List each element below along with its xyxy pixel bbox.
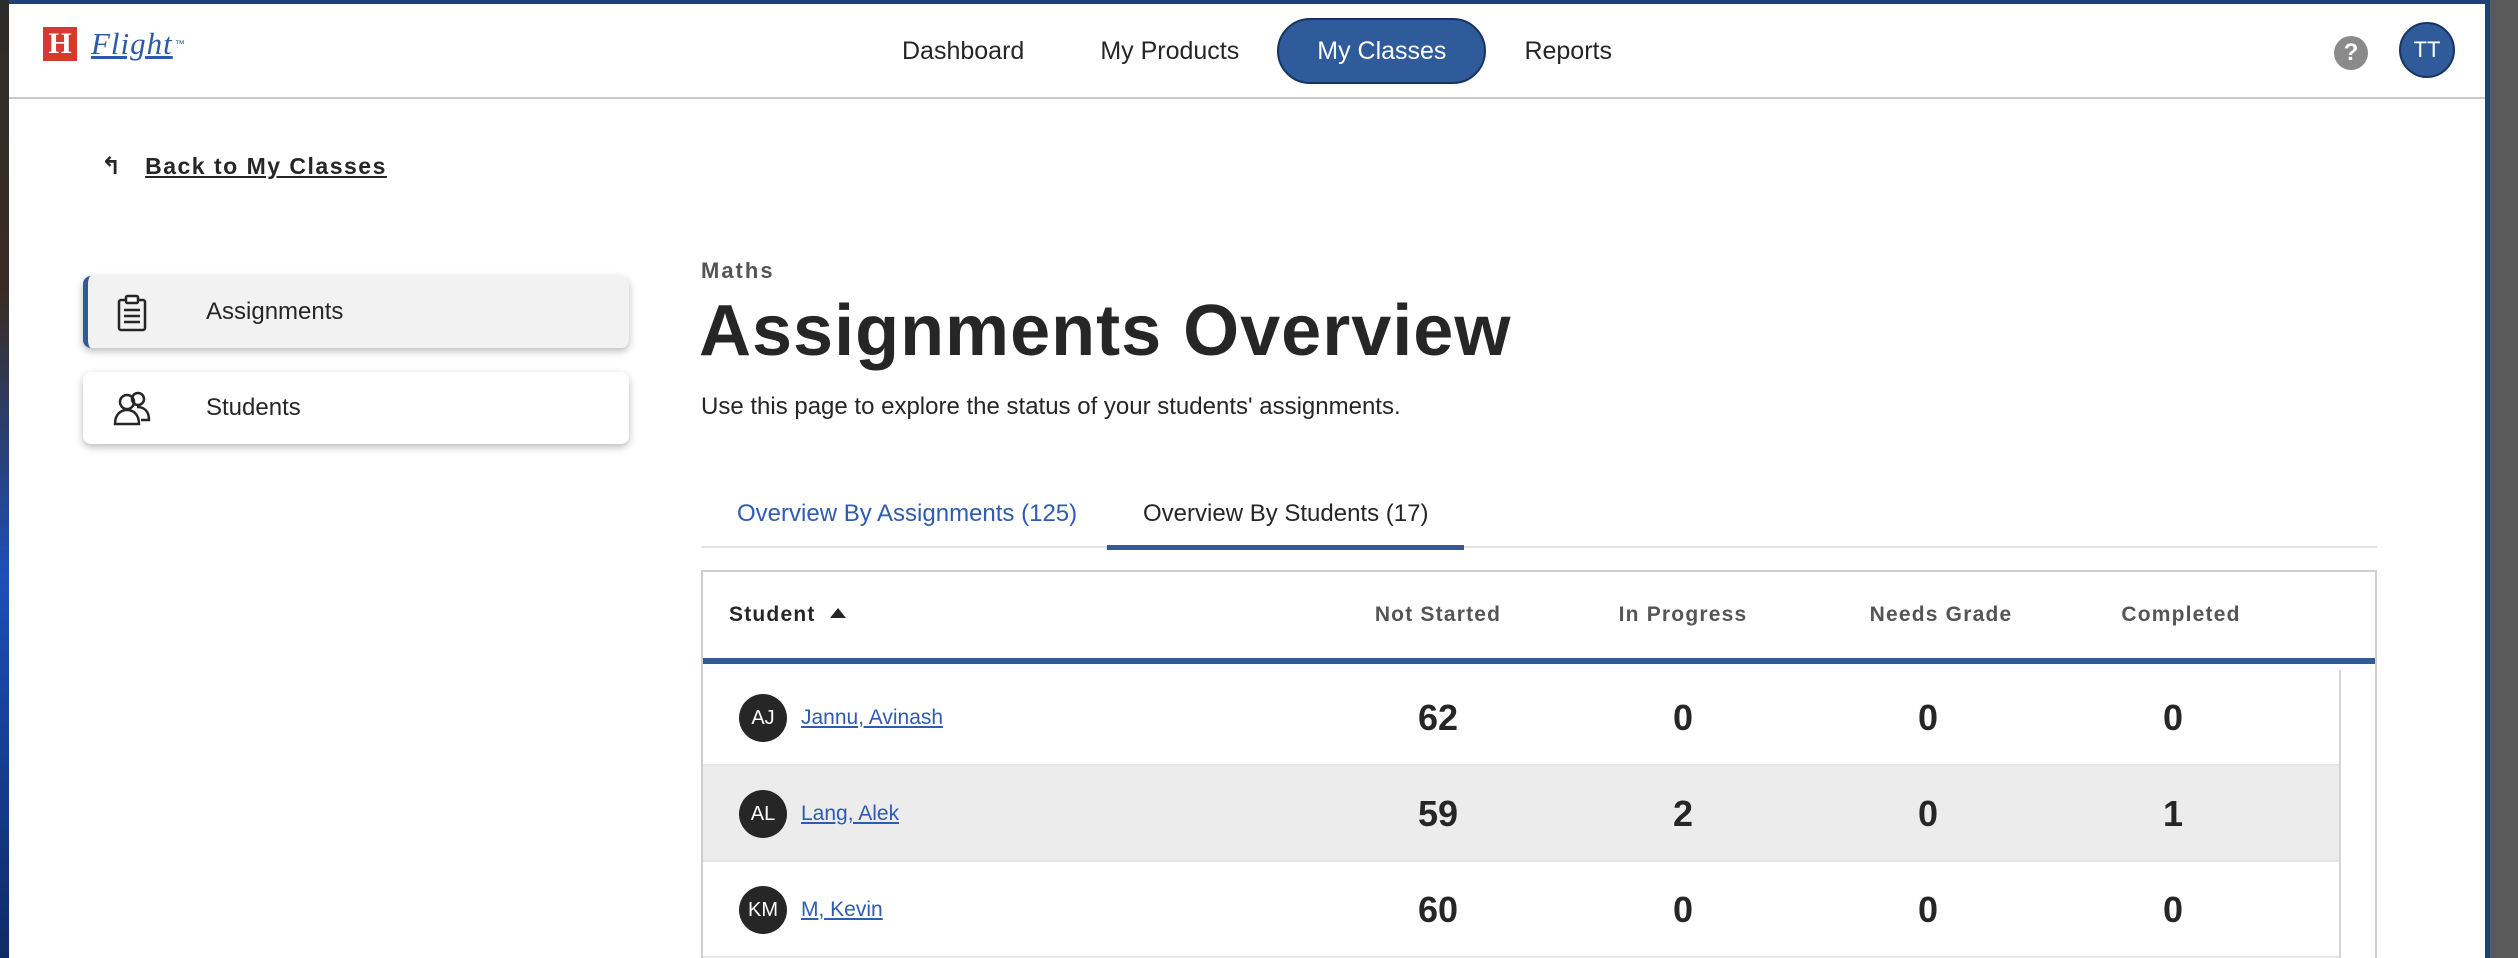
logo-text: Flight bbox=[91, 26, 173, 61]
sidebar-item-label: Assignments bbox=[206, 298, 344, 325]
not-started-count: 59 bbox=[1417, 793, 1459, 834]
nav-reports[interactable]: Reports bbox=[1486, 18, 1650, 84]
completed-count: 0 bbox=[2162, 697, 2184, 738]
column-header-student[interactable]: Student bbox=[729, 572, 846, 658]
clipboard-icon bbox=[117, 294, 147, 332]
nav-my-products[interactable]: My Products bbox=[1062, 18, 1277, 84]
needs-grade-count: 0 bbox=[1917, 697, 1939, 738]
student-name-link[interactable]: Jannu, Avinash bbox=[801, 670, 943, 766]
needs-grade-count: 0 bbox=[1917, 793, 1939, 834]
student-avatar: AL bbox=[739, 790, 787, 838]
main-nav: Dashboard My Products My Classes Reports bbox=[864, 18, 1650, 84]
tab-overview-by-assignments[interactable]: Overview By Assignments (125) bbox=[701, 480, 1113, 548]
top-header: H Flight ™ Dashboard My Products My Clas… bbox=[9, 4, 2485, 99]
logo-h-mark: H bbox=[43, 27, 77, 61]
in-progress-count: 2 bbox=[1672, 793, 1694, 834]
column-header-needs-grade: Needs Grade bbox=[1869, 603, 2013, 626]
table-header: Student Not Started In Progress Needs Gr… bbox=[703, 572, 2375, 664]
in-progress-count: 0 bbox=[1672, 697, 1694, 738]
page-description: Use this page to explore the status of y… bbox=[701, 393, 1401, 420]
column-header-not-started: Not Started bbox=[1374, 603, 1502, 626]
sort-ascending-icon bbox=[829, 608, 846, 619]
table-row: KM M, Kevin 60 0 0 0 bbox=[703, 862, 2339, 958]
column-header-student-label: Student bbox=[729, 603, 816, 626]
desktop-background bbox=[0, 0, 9, 958]
back-link-label: Back to My Classes bbox=[145, 153, 387, 179]
user-avatar[interactable]: TT bbox=[2399, 22, 2455, 78]
tab-overview-by-students[interactable]: Overview By Students (17) bbox=[1107, 480, 1465, 550]
browser-window: H Flight ™ Dashboard My Products My Clas… bbox=[9, 4, 2485, 958]
help-icon[interactable]: ? bbox=[2334, 36, 2368, 70]
flight-logo[interactable]: H Flight ™ bbox=[43, 26, 185, 62]
overview-tabs: Overview By Assignments (125) Overview B… bbox=[701, 480, 2377, 550]
column-header-completed: Completed bbox=[2121, 603, 2241, 626]
table-body: AJ Jannu, Avinash 62 0 0 0 AL Lang, Alek… bbox=[703, 670, 2341, 958]
logo-trademark: ™ bbox=[174, 38, 185, 50]
student-avatar: KM bbox=[739, 886, 787, 934]
desktop-background-right bbox=[2490, 0, 2518, 958]
students-icon bbox=[113, 391, 151, 426]
table-scrollbar[interactable] bbox=[2375, 766, 2377, 862]
sidebar-item-assignments[interactable]: Assignments bbox=[83, 276, 629, 348]
back-arrow-icon: ↰ bbox=[101, 153, 122, 180]
in-progress-count: 0 bbox=[1672, 889, 1694, 930]
column-header-in-progress: In Progress bbox=[1618, 603, 1748, 626]
table-row: AJ Jannu, Avinash 62 0 0 0 bbox=[703, 670, 2339, 766]
nav-my-classes[interactable]: My Classes bbox=[1277, 18, 1487, 84]
student-name-link[interactable]: M, Kevin bbox=[801, 862, 883, 958]
sidebar-item-students[interactable]: Students bbox=[83, 372, 629, 444]
back-to-classes-link[interactable]: ↰ Back to My Classes bbox=[101, 152, 387, 181]
students-table: Student Not Started In Progress Needs Gr… bbox=[701, 570, 2377, 958]
table-row: AL Lang, Alek 59 2 0 1 bbox=[703, 766, 2339, 862]
page-title: Assignments Overview bbox=[699, 291, 1512, 371]
student-name-link[interactable]: Lang, Alek bbox=[801, 766, 899, 862]
completed-count: 0 bbox=[2162, 889, 2184, 930]
sidebar-item-label: Students bbox=[206, 394, 301, 421]
subject-label: Maths bbox=[701, 258, 775, 283]
needs-grade-count: 0 bbox=[1917, 889, 1939, 930]
not-started-count: 62 bbox=[1417, 697, 1459, 738]
completed-count: 1 bbox=[2162, 793, 2184, 834]
not-started-count: 60 bbox=[1417, 889, 1459, 930]
student-avatar: AJ bbox=[739, 694, 787, 742]
nav-dashboard[interactable]: Dashboard bbox=[864, 18, 1062, 84]
